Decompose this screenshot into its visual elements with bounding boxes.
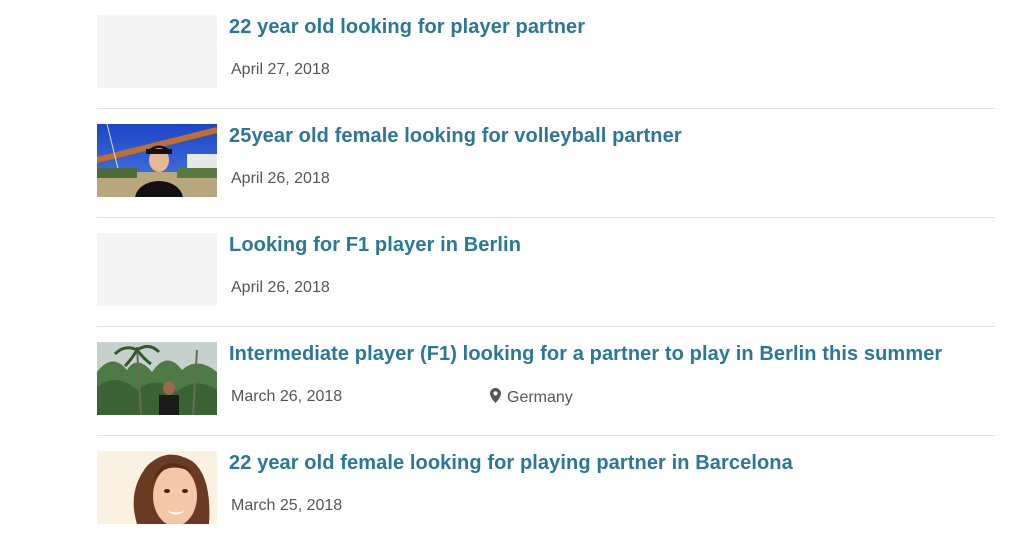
post-title-link[interactable]: Intermediate player (F1) looking for a p… bbox=[229, 343, 942, 366]
list-item: 25year old female looking for volleyball… bbox=[97, 109, 995, 218]
post-date: March 26, 2018 bbox=[231, 388, 343, 405]
post-title-link[interactable]: Looking for F1 player in Berlin bbox=[229, 234, 521, 257]
post-title-link[interactable]: 25year old female looking for volleyball… bbox=[229, 125, 682, 148]
post-thumbnail-placeholder[interactable] bbox=[97, 15, 217, 88]
palm-trees-photo bbox=[97, 342, 217, 415]
post-date: April 26, 2018 bbox=[231, 279, 330, 296]
map-pin-icon bbox=[490, 388, 501, 408]
post-thumbnail-image[interactable] bbox=[97, 342, 217, 415]
portrait-photo bbox=[97, 451, 217, 524]
post-date: April 27, 2018 bbox=[231, 61, 330, 78]
post-thumbnail-placeholder[interactable] bbox=[97, 233, 217, 306]
post-location: Germany bbox=[490, 388, 573, 408]
post-date: March 25, 2018 bbox=[231, 497, 343, 514]
post-title-link[interactable]: 22 year old looking for player partner bbox=[229, 16, 585, 39]
post-title-link[interactable]: 22 year old female looking for playing p… bbox=[229, 452, 793, 475]
post-date: April 26, 2018 bbox=[231, 170, 330, 187]
post-thumbnail-image[interactable] bbox=[97, 451, 217, 524]
post-location-label: Germany bbox=[507, 389, 573, 406]
list-item: Looking for F1 player in Berlin April 26… bbox=[97, 218, 995, 327]
list-item: 22 year old looking for player partner A… bbox=[97, 0, 995, 109]
list-item: 22 year old female looking for playing p… bbox=[97, 436, 995, 545]
beach-volleyball-photo bbox=[97, 124, 217, 197]
post-list: 22 year old looking for player partner A… bbox=[97, 0, 995, 545]
post-thumbnail-image[interactable] bbox=[97, 124, 217, 197]
list-item: Intermediate player (F1) looking for a p… bbox=[97, 327, 995, 436]
